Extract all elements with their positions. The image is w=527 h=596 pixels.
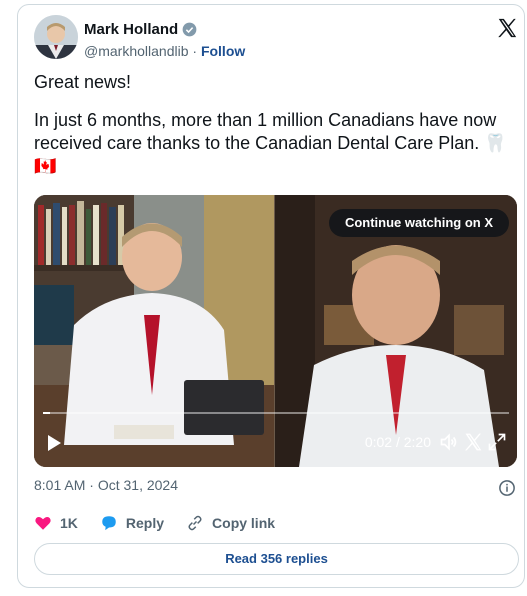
current-time: 0:02 xyxy=(364,434,393,450)
duration: 2:20 xyxy=(403,434,431,450)
continue-watching-button[interactable]: Continue watching on X xyxy=(328,209,509,237)
verified-badge-icon xyxy=(182,22,197,37)
follow-button[interactable]: Follow xyxy=(201,43,245,59)
heart-icon xyxy=(35,517,51,530)
tweet-date: Oct 31, 2024 xyxy=(97,477,178,493)
x-logo-icon[interactable] xyxy=(496,17,518,39)
x-small-icon[interactable] xyxy=(463,432,483,457)
tweet-time: 8:01 AM xyxy=(34,477,86,493)
video-player[interactable]: Continue watching on X 0:02 / 2:20 xyxy=(34,195,517,467)
video-progress-fill xyxy=(43,412,50,414)
volume-icon[interactable] xyxy=(439,432,459,457)
tweet-card: Mark Holland @markhollandlib · Follow Gr… xyxy=(17,4,525,588)
avatar[interactable] xyxy=(34,15,78,59)
play-icon[interactable] xyxy=(46,434,62,457)
tweet-header: Mark Holland @markhollandlib · Follow xyxy=(34,15,517,65)
link-icon xyxy=(188,515,202,531)
video-time: 0:02 / 2:20 xyxy=(365,434,431,450)
tweet-flag: 🇨🇦 xyxy=(34,156,57,176)
tweet-actions: 1K Reply Copy link xyxy=(34,513,508,533)
name-row: Mark Holland xyxy=(84,21,197,38)
author-name[interactable]: Mark Holland xyxy=(84,21,178,38)
read-replies-button[interactable]: Read 356 replies xyxy=(34,543,519,575)
tweet-timestamp[interactable]: 8:01 AM · Oct 31, 2024 xyxy=(34,477,178,493)
reply-bubble-icon xyxy=(102,516,116,531)
info-icon[interactable] xyxy=(498,479,516,502)
handle-row: @markhollandlib · Follow xyxy=(84,43,245,59)
tweet-line-2: In just 6 months, more than 1 million Ca… xyxy=(34,110,507,153)
video-controls: 0:02 / 2:20 xyxy=(34,419,517,467)
tweet-text: Great news! In just 6 months, more than … xyxy=(34,71,512,178)
fullscreen-icon[interactable] xyxy=(487,432,507,457)
time-separator: / xyxy=(395,434,400,450)
copy-link-button[interactable]: Copy link xyxy=(186,514,275,532)
like-button[interactable]: 1K xyxy=(34,514,78,532)
tweet-line-1: Great news! xyxy=(34,72,132,92)
video-progress-bar[interactable] xyxy=(43,412,509,414)
reply-label: Reply xyxy=(125,515,165,531)
copy-link-label: Copy link xyxy=(212,515,276,531)
meta-separator: · xyxy=(89,477,94,493)
reply-button[interactable]: Reply xyxy=(100,514,164,532)
like-count: 1K xyxy=(60,515,78,531)
author-handle[interactable]: @markhollandlib xyxy=(84,43,188,59)
handle-separator: · xyxy=(192,43,198,59)
